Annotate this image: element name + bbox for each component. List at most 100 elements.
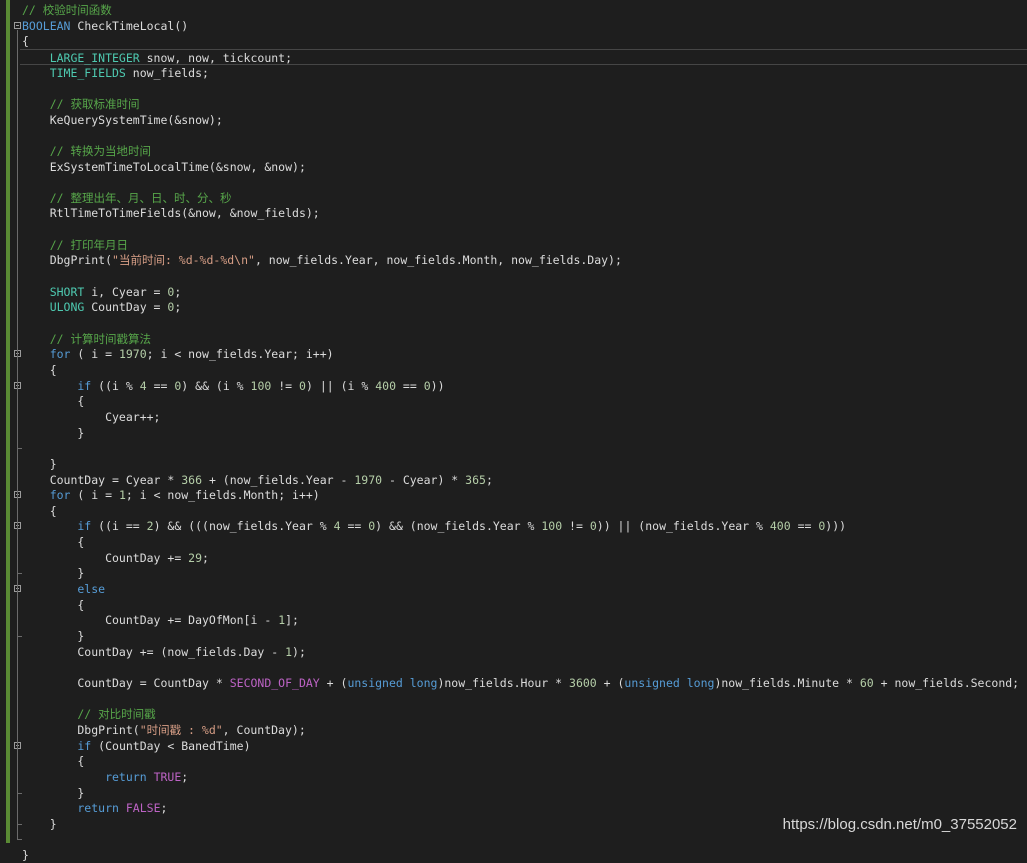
- code-token: 4: [139, 378, 147, 393]
- code-token: )): [430, 378, 445, 393]
- code-line[interactable]: // 获取标准时间: [0, 96, 1027, 112]
- code-token: CountDay = Cyear *: [22, 472, 182, 487]
- code-token: 365: [465, 472, 486, 487]
- code-line[interactable]: TIME_FIELDS now_fields;: [0, 65, 1027, 81]
- code-line[interactable]: CountDay = Cyear * 366 + (now_fields.Yea…: [0, 472, 1027, 488]
- code-line-text: else: [22, 581, 105, 597]
- code-line-text: DbgPrint("当前时间: %d-%d-%d\n", now_fields.…: [22, 252, 622, 268]
- code-line[interactable]: }: [0, 628, 1027, 644]
- code-token: ) && (((now_fields.Year %: [153, 519, 334, 534]
- code-line-text: RtlTimeToTimeFields(&now, &now_fields);: [22, 205, 320, 221]
- code-line[interactable]: }: [0, 847, 1027, 863]
- code-line[interactable]: BOOLEAN CheckTimeLocal(): [0, 18, 1027, 34]
- code-line[interactable]: {: [0, 503, 1027, 519]
- code-line[interactable]: [0, 440, 1027, 456]
- code-line[interactable]: {: [0, 597, 1027, 613]
- code-line-text: }: [22, 785, 84, 801]
- code-line[interactable]: if (CountDay < BanedTime): [0, 738, 1027, 754]
- code-line-text: BOOLEAN CheckTimeLocal(): [22, 18, 188, 34]
- code-line[interactable]: [0, 691, 1027, 707]
- code-line[interactable]: // 转换为当地时间: [0, 143, 1027, 159]
- code-token: if: [22, 519, 92, 534]
- code-token: );: [292, 644, 306, 659]
- code-line[interactable]: return FALSE;: [0, 800, 1027, 816]
- code-line[interactable]: }: [0, 565, 1027, 581]
- code-line[interactable]: {: [0, 534, 1027, 550]
- code-token: DbgPrint(: [22, 253, 113, 268]
- code-token: )) || (now_fields.Year %: [596, 519, 770, 534]
- code-line[interactable]: if ((i == 2) && (((now_fields.Year % 4 =…: [0, 518, 1027, 534]
- code-line-text: DbgPrint("时间戳 : %d", CountDay);: [22, 722, 305, 738]
- code-line[interactable]: if ((i % 4 == 0) && (i % 100 != 0) || (i…: [0, 378, 1027, 394]
- code-line[interactable]: // 计算时间戳算法: [0, 331, 1027, 347]
- code-line-text: }: [22, 425, 84, 441]
- fold-toggle-icon[interactable]: [14, 21, 21, 29]
- code-line[interactable]: DbgPrint("当前时间: %d-%d-%d\n", now_fields.…: [0, 252, 1027, 268]
- code-line[interactable]: [0, 659, 1027, 675]
- code-line[interactable]: // 整理出年、月、日、时、分、秒: [0, 190, 1027, 206]
- code-line[interactable]: [0, 268, 1027, 284]
- code-token: {: [22, 34, 29, 49]
- code-line[interactable]: SHORT i, Cyear = 0;: [0, 284, 1027, 300]
- code-line-text: {: [22, 534, 84, 550]
- code-line[interactable]: DbgPrint("时间戳 : %d", CountDay);: [0, 722, 1027, 738]
- code-line-text: CountDay += 29;: [22, 550, 209, 566]
- code-line[interactable]: {: [0, 362, 1027, 378]
- code-line-text: {: [22, 33, 29, 49]
- code-line[interactable]: // 校验时间函数: [0, 2, 1027, 18]
- code-line[interactable]: {: [0, 393, 1027, 409]
- code-line[interactable]: }: [0, 425, 1027, 441]
- code-line[interactable]: LARGE_INTEGER snow, now, tickcount;: [20, 48, 1027, 66]
- code-line-text: ULONG CountDay = 0;: [22, 299, 182, 315]
- code-line[interactable]: [0, 174, 1027, 190]
- code-token: + (now_fields.Year -: [202, 472, 355, 487]
- code-token: 2: [146, 519, 154, 534]
- code-line-text: // 校验时间函数: [22, 2, 112, 18]
- code-line[interactable]: CountDay += (now_fields.Day - 1);: [0, 644, 1027, 660]
- code-token: }: [22, 848, 29, 863]
- code-line-text: CountDay = Cyear * 366 + (now_fields.Yea…: [22, 472, 493, 488]
- code-line[interactable]: CountDay += DayOfMon[i - 1];: [0, 612, 1027, 628]
- code-line-text: {: [22, 753, 84, 769]
- code-line[interactable]: }: [0, 785, 1027, 801]
- code-line[interactable]: CountDay = CountDay * SECOND_OF_DAY + (u…: [0, 675, 1027, 691]
- code-line[interactable]: [0, 127, 1027, 143]
- code-line[interactable]: [0, 80, 1027, 96]
- fold-guide-end: [17, 839, 22, 841]
- code-line-text: // 整理出年、月、日、时、分、秒: [22, 190, 232, 206]
- code-line[interactable]: CountDay += 29;: [0, 550, 1027, 566]
- code-line-text: for ( i = 1970; i < now_fields.Year; i++…: [22, 346, 334, 362]
- code-token: )now_fields.Hour *: [437, 675, 570, 690]
- code-line[interactable]: Cyear++;: [0, 409, 1027, 425]
- code-token: if: [22, 738, 92, 753]
- code-line[interactable]: // 对比时间戳: [0, 706, 1027, 722]
- code-line[interactable]: for ( i = 1; i < now_fields.Month; i++): [0, 487, 1027, 503]
- code-token: {: [22, 394, 85, 409]
- code-line[interactable]: [0, 315, 1027, 331]
- code-token: }: [22, 785, 85, 800]
- code-line-text: return FALSE;: [22, 800, 167, 816]
- code-line[interactable]: return TRUE;: [0, 769, 1027, 785]
- code-token: CountDay +=: [22, 550, 189, 565]
- code-editor[interactable]: // 校验时间函数 BOOLEAN CheckTimeLocal(){ LARGE…: [0, 0, 1027, 862]
- code-line[interactable]: KeQuerySystemTime(&snow);: [0, 112, 1027, 128]
- code-token: )now_fields.Minute *: [714, 675, 860, 690]
- code-line[interactable]: }: [0, 456, 1027, 472]
- code-line[interactable]: else: [0, 581, 1027, 597]
- code-line-text: LARGE_INTEGER snow, now, tickcount;: [22, 50, 292, 66]
- code-line[interactable]: // 打印年月日: [0, 237, 1027, 253]
- code-line-text: SHORT i, Cyear = 0;: [22, 284, 182, 300]
- code-line[interactable]: [0, 221, 1027, 237]
- code-token: , now_fields.Year, now_fields.Month, now…: [254, 253, 622, 268]
- code-line-text: // 转换为当地时间: [22, 143, 151, 159]
- code-line[interactable]: {: [0, 33, 1027, 49]
- code-line[interactable]: {: [0, 753, 1027, 769]
- code-line[interactable]: ExSystemTimeToLocalTime(&snow, &now);: [0, 159, 1027, 175]
- code-token: unsigned long: [347, 675, 438, 690]
- code-line[interactable]: RtlTimeToTimeFields(&now, &now_fields);: [0, 205, 1027, 221]
- code-line-text: return TRUE;: [22, 769, 188, 785]
- code-line[interactable]: for ( i = 1970; i < now_fields.Year; i++…: [0, 346, 1027, 362]
- code-token: DbgPrint(: [22, 722, 140, 737]
- code-line[interactable]: ULONG CountDay = 0;: [0, 299, 1027, 315]
- code-line[interactable]: [0, 831, 1027, 847]
